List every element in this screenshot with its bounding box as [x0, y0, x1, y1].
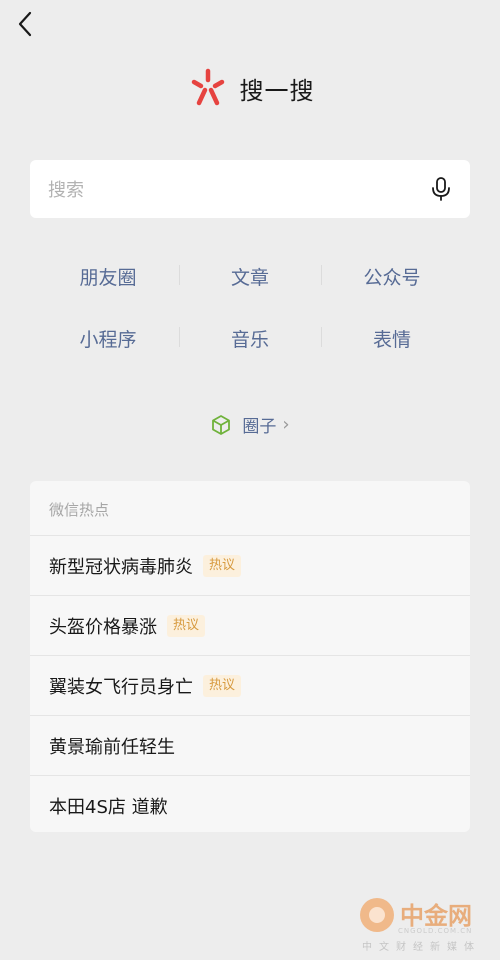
- circle-label: 圈子: [242, 417, 277, 437]
- hot-topic-item[interactable]: 新型冠状病毒肺炎 热议: [30, 536, 470, 596]
- hot-badge: 热议: [167, 614, 206, 637]
- watermark-url: CNGOLD.COM.CN: [398, 927, 473, 935]
- watermark-tagline: 中文财经新媒体: [362, 942, 481, 953]
- circle-link[interactable]: 圈子 ›: [0, 412, 500, 437]
- chevron-right-icon: ›: [282, 414, 290, 435]
- hot-badge: 热议: [203, 554, 242, 577]
- back-button[interactable]: [14, 8, 38, 40]
- hot-topic-text: 翼装女飞行员身亡: [49, 676, 193, 698]
- chevron-left-icon: [18, 11, 32, 37]
- watermark: 中金网 CNGOLD.COM.CN 中文财经新媒体: [360, 894, 490, 954]
- category-row: 朋友圈 文章 公众号: [37, 245, 463, 307]
- hot-topic-item[interactable]: 本田4S店 道歉: [30, 776, 470, 832]
- category-articles[interactable]: 文章: [179, 263, 321, 290]
- watermark-name: 中金网: [400, 902, 472, 930]
- hot-topic-item[interactable]: 黄景瑜前任轻生: [30, 716, 470, 776]
- category-stickers[interactable]: 表情: [321, 325, 463, 352]
- hot-topic-text: 新型冠状病毒肺炎: [49, 556, 193, 578]
- microphone-icon[interactable]: [430, 176, 452, 202]
- search-spark-logo: [191, 68, 224, 106]
- hot-topic-text: 黄景瑜前任轻生: [49, 736, 175, 758]
- hot-topic-text: 本田4S店 道歉: [49, 796, 168, 818]
- search-placeholder: 搜索: [48, 180, 84, 201]
- category-moments[interactable]: 朋友圈: [37, 263, 179, 290]
- hot-topics-card: 微信热点 新型冠状病毒肺炎 热议 头盔价格暴涨 热议 翼装女飞行员身亡 热议 黄…: [30, 481, 470, 832]
- watermark-logo-icon: [360, 898, 394, 932]
- category-mini-programs[interactable]: 小程序: [37, 325, 179, 352]
- cube-icon: [212, 414, 231, 435]
- category-row: 小程序 音乐 表情: [37, 307, 463, 369]
- category-music[interactable]: 音乐: [179, 325, 321, 352]
- category-official-accounts[interactable]: 公众号: [321, 263, 463, 290]
- search-input[interactable]: 搜索: [30, 160, 470, 218]
- category-grid: 朋友圈 文章 公众号 小程序 音乐 表情: [37, 245, 463, 369]
- hot-topics-title: 微信热点: [30, 481, 470, 536]
- page-header: 搜一搜: [0, 66, 500, 110]
- hot-topic-item[interactable]: 头盔价格暴涨 热议: [30, 596, 470, 656]
- hot-topic-text: 头盔价格暴涨: [49, 616, 157, 638]
- hot-badge: 热议: [203, 674, 242, 697]
- hot-topic-item[interactable]: 翼装女飞行员身亡 热议: [30, 656, 470, 716]
- page-title: 搜一搜: [239, 76, 315, 105]
